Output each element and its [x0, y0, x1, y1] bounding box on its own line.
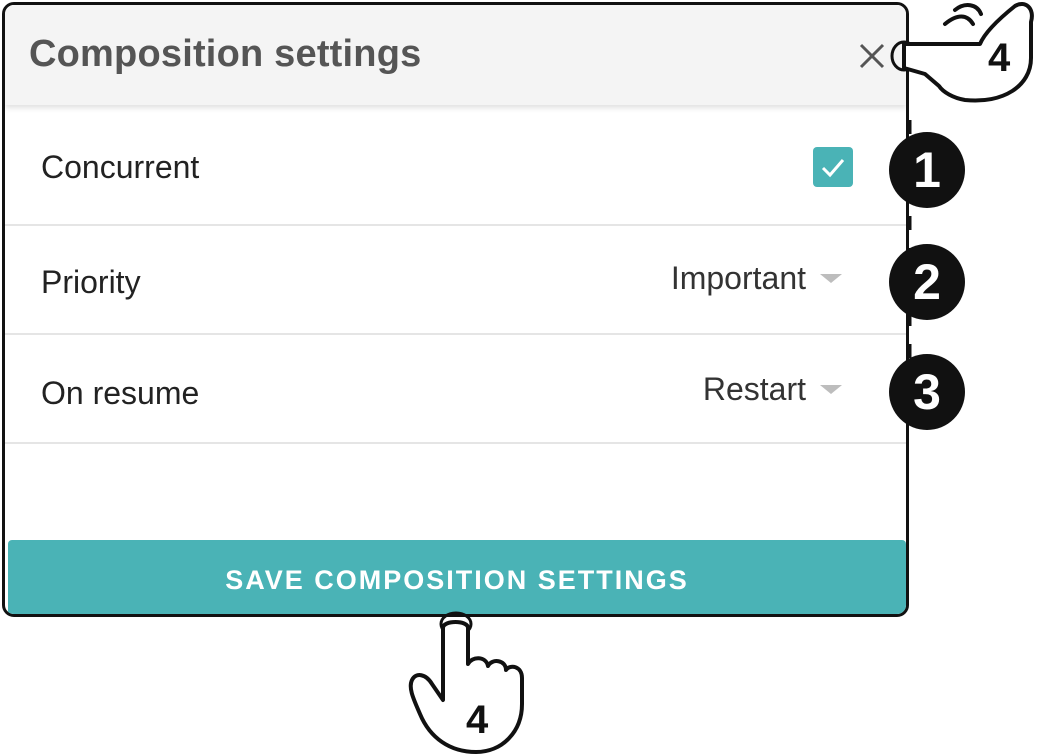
pointing-hand-icon: [408, 611, 524, 754]
step-badge-1: 1: [889, 132, 965, 208]
step-number-2: 2: [913, 254, 941, 310]
step-badge-3: 3: [889, 354, 965, 430]
hand-step-number-bottom: 4: [466, 698, 489, 742]
step-number-1: 1: [913, 142, 941, 198]
pointing-hand-icon: [890, 2, 1034, 103]
step-number-3: 3: [913, 364, 941, 420]
step-badge-2: 2: [889, 244, 965, 320]
hand-step-number-top: 4: [988, 36, 1011, 80]
